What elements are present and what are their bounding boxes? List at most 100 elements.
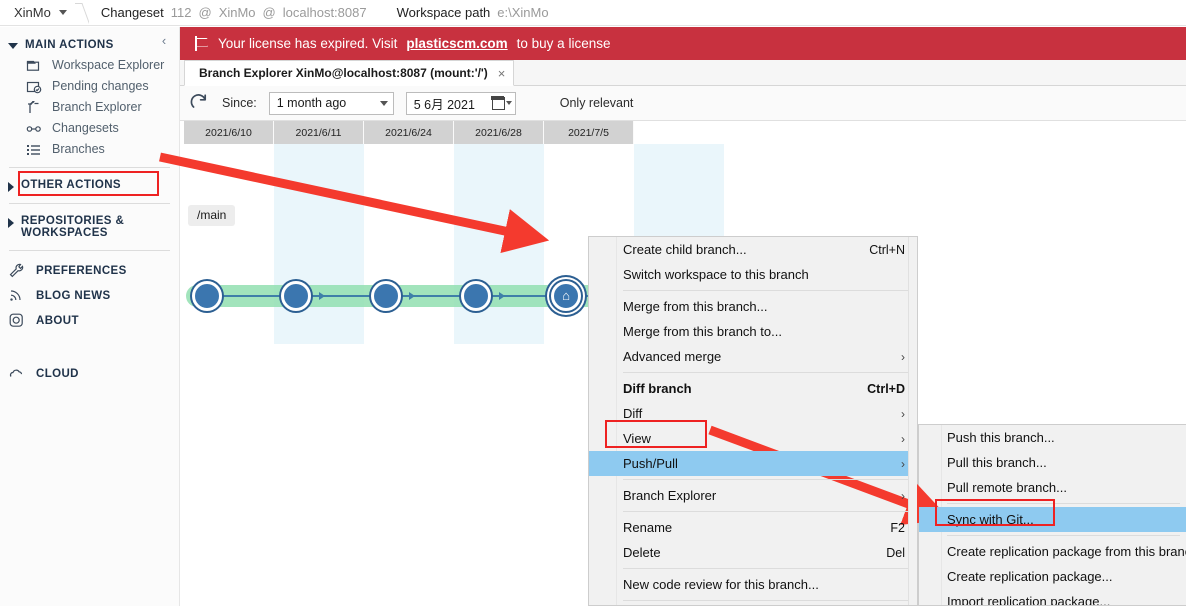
server-address: localhost:8087 [282, 5, 367, 20]
chevron-right-icon: › [901, 431, 905, 446]
menu-item-create-child-branch[interactable]: Create child branch... Ctrl+N [589, 237, 917, 262]
branch-explorer-icon [26, 100, 43, 116]
timeline-tick: 2021/6/28 [454, 121, 544, 144]
submenu-item-pull-remote-branch[interactable]: Pull remote branch... [919, 475, 1186, 500]
sidebar-item-branch-explorer[interactable]: Branch Explorer [0, 97, 179, 118]
workspace-name: XinMo [14, 5, 51, 20]
triangle-down-icon [8, 43, 18, 49]
license-text-after: to buy a license [516, 36, 611, 51]
menu-item-advanced-merge[interactable]: Advanced merge › [589, 344, 917, 369]
folder-icon [26, 58, 43, 74]
menu-item-merge-from-this-branch[interactable]: Merge from this branch... [589, 294, 917, 319]
menu-item-shortcut: Ctrl+D [867, 381, 905, 396]
since-value: 1 month ago [276, 96, 347, 110]
sidebar-item-label: Branch Explorer [52, 100, 142, 115]
sidebar-item-label: BLOG NEWS [36, 289, 111, 302]
chevron-right-icon: › [901, 488, 905, 503]
sidebar: ‹ MAIN ACTIONS Workspace Explorer Pendin… [0, 27, 180, 606]
rss-icon [8, 287, 27, 304]
tab-label: Branch Explorer XinMo@localhost:8087 (mo… [199, 66, 488, 80]
submenu-item-create-replication-package[interactable]: Create replication package... [919, 564, 1186, 589]
sidebar-item-blog-news[interactable]: BLOG NEWS [0, 283, 179, 308]
submenu-item-sync-with-git[interactable]: Sync with Git... [919, 507, 1186, 532]
sidebar-item-changesets[interactable]: Changesets [0, 118, 179, 139]
changeset-node-head[interactable]: ⌂ [551, 281, 581, 311]
sidebar-item-about[interactable]: ABOUT [0, 308, 179, 333]
menu-separator [623, 511, 911, 512]
changeset-node[interactable] [281, 281, 311, 311]
sidebar-item-cloud[interactable]: CLOUD [0, 361, 179, 386]
branch-explorer-toolbar: Since: 1 month ago 5 6月 2021 Only releva… [180, 86, 1186, 121]
changesets-icon [26, 121, 43, 137]
sidebar-item-label: Changesets [52, 121, 119, 136]
sidebar-section-label: OTHER ACTIONS [21, 179, 121, 191]
menu-item-branch-explorer[interactable]: Branch Explorer › [589, 483, 917, 508]
branch-label-main[interactable]: /main [188, 205, 236, 226]
menu-separator [623, 568, 911, 569]
plastic-scm-window: XinMo Changeset 112 @ XinMo @ localhost:… [0, 0, 1186, 606]
changeset-node[interactable] [192, 281, 222, 311]
menu-item-diff[interactable]: Diff › [589, 401, 917, 426]
menu-item-delete[interactable]: Delete Del [589, 540, 917, 565]
breadcrumb-separator [75, 0, 89, 26]
changeset-node[interactable] [461, 281, 491, 311]
date-picker[interactable]: 5 6月 2021 [405, 91, 516, 115]
close-icon[interactable]: × [498, 66, 506, 81]
collapse-sidebar-button[interactable]: ‹ [156, 33, 172, 49]
sidebar-section-repositories-workspaces[interactable]: REPOSITORIES & WORKSPACES [0, 211, 179, 243]
menu-item-label: Create replication package from this bra… [947, 544, 1186, 559]
timeline-band [274, 144, 364, 344]
changeset-node[interactable] [371, 281, 401, 311]
at-symbol-1: @ [198, 5, 212, 20]
sidebar-item-pending-changes[interactable]: Pending changes [0, 76, 179, 97]
menu-item-label: Pull this branch... [947, 455, 1047, 470]
timeline-band [454, 144, 544, 344]
menu-item-label: Rename [623, 520, 673, 535]
submenu-item-push-this-branch[interactable]: Push this branch... [919, 425, 1186, 450]
refresh-icon[interactable] [188, 92, 210, 114]
menu-item-label: Push this branch... [947, 430, 1055, 445]
submenu-item-pull-this-branch[interactable]: Pull this branch... [919, 450, 1186, 475]
menu-separator [623, 372, 911, 373]
menu-item-view[interactable]: View › [589, 426, 917, 451]
submenu-item-import-replication-package[interactable]: Import replication package... [919, 589, 1186, 605]
menu-item-switch-workspace[interactable]: Switch workspace to this branch [589, 262, 917, 287]
calendar-dropdown[interactable] [491, 96, 512, 110]
context-menu-scrollbar[interactable] [908, 237, 917, 605]
menu-item-shortcut: F2 [890, 520, 905, 535]
menu-item-new-code-review[interactable]: New code review for this branch... [589, 572, 917, 597]
link-arrow-icon [499, 292, 505, 300]
triangle-right-icon [8, 218, 14, 228]
workspace-selector[interactable]: XinMo [0, 0, 77, 26]
push-pull-submenu: Push this branch... Pull this branch... … [918, 424, 1186, 606]
menu-item-label: Merge from this branch... [623, 299, 768, 314]
sidebar-item-branches[interactable]: Branches [0, 139, 179, 160]
menu-item-diff-branch[interactable]: Diff branch Ctrl+D [589, 376, 917, 401]
workspace-path-label: Workspace path [396, 5, 491, 20]
menu-item-label: Merge from this branch to... [623, 324, 782, 339]
sidebar-section-label: REPOSITORIES & WORKSPACES [21, 215, 125, 239]
since-dropdown[interactable]: 1 month ago [268, 91, 394, 115]
sidebar-item-label: Pending changes [52, 79, 149, 94]
plasticscm-link[interactable]: plasticscm.com [406, 36, 507, 51]
flag-icon [194, 36, 209, 51]
only-relevant-toggle[interactable]: Only relevant [560, 96, 634, 110]
menu-item-shortcut: Ctrl+N [869, 242, 905, 257]
menu-item-merge-from-this-branch-to[interactable]: Merge from this branch to... [589, 319, 917, 344]
menu-separator [623, 290, 911, 291]
submenu-item-create-replication-package-from-branch[interactable]: Create replication package from this bra… [919, 539, 1186, 564]
menu-item-label: Diff branch [623, 381, 692, 396]
sidebar-item-preferences[interactable]: PREFERENCES [0, 258, 179, 283]
menu-item-label: Push/Pull [623, 456, 678, 471]
menu-item-label: Pull remote branch... [947, 480, 1067, 495]
sidebar-section-other-actions[interactable]: OTHER ACTIONS [0, 175, 179, 196]
tab-branch-explorer[interactable]: Branch Explorer XinMo@localhost:8087 (mo… [184, 60, 515, 86]
triangle-right-icon [8, 182, 14, 192]
menu-item-rename[interactable]: Rename F2 [589, 515, 917, 540]
sidebar-item-workspace-explorer[interactable]: Workspace Explorer [0, 55, 179, 76]
menu-item-push-pull[interactable]: Push/Pull › [589, 451, 917, 476]
chevron-down-icon [505, 101, 512, 105]
menu-item-shortcut: Del [886, 545, 905, 560]
menu-item-label: Create child branch... [623, 242, 747, 257]
sidebar-section-main-actions[interactable]: MAIN ACTIONS [0, 35, 179, 55]
